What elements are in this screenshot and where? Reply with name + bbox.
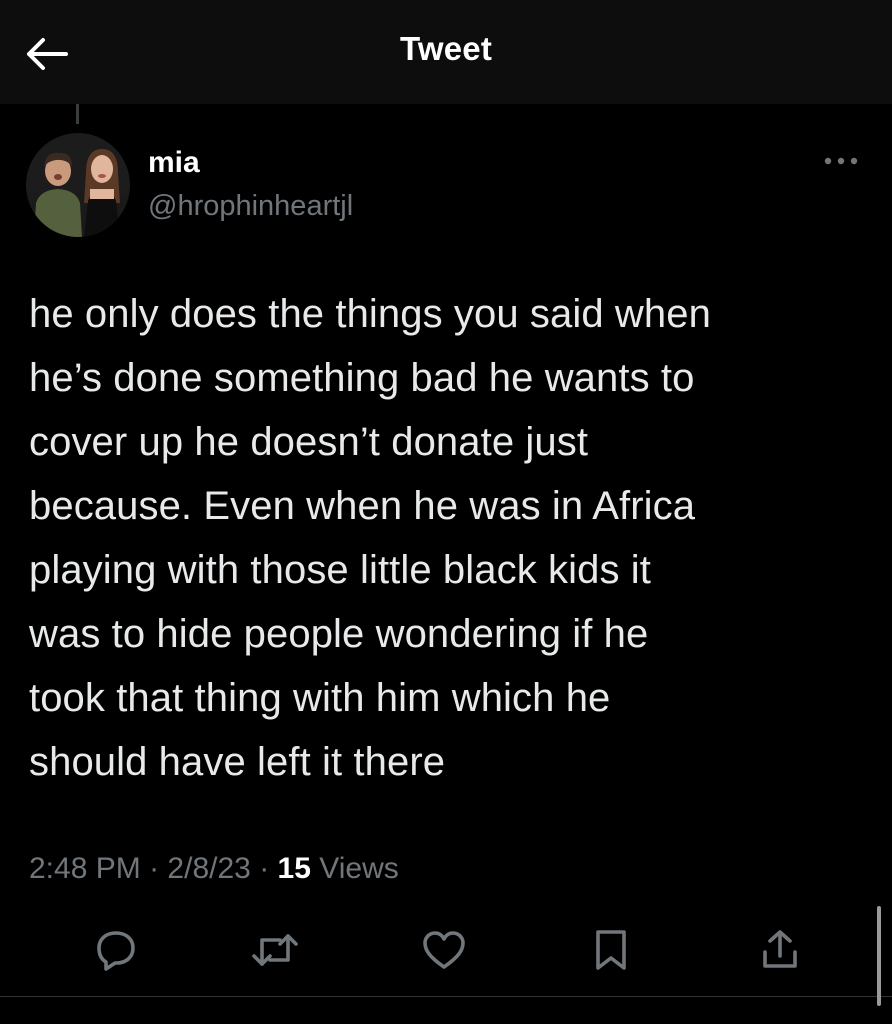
tweet-date[interactable]: 2/8/23: [167, 852, 250, 885]
tweet-metadata: 2:48 PM · 2/8/23 · 15 Views: [29, 852, 399, 886]
tweet-body-text: he only does the things you said when he…: [29, 292, 711, 784]
scrollbar[interactable]: [877, 906, 881, 1006]
author-display-name[interactable]: mia: [148, 146, 200, 180]
more-dots-icon: [824, 157, 858, 165]
retweet-button[interactable]: [247, 922, 303, 978]
top-bar: Tweet: [0, 0, 892, 104]
bookmark-icon: [596, 930, 626, 970]
profile-photo: [26, 133, 130, 237]
share-icon: [763, 930, 797, 968]
action-bar: [0, 922, 892, 982]
avatar[interactable]: [26, 133, 130, 237]
reply-button[interactable]: [88, 922, 144, 978]
meta-separator: ·: [259, 852, 270, 885]
page-title: Tweet: [399, 30, 493, 67]
reply-icon: [97, 931, 135, 971]
more-options-button[interactable]: [816, 146, 866, 176]
tweet-time[interactable]: 2:48 PM: [29, 852, 141, 885]
retweet-icon: [252, 934, 298, 966]
meta-separator: ·: [149, 852, 160, 885]
views-label[interactable]: Views: [319, 852, 398, 885]
like-button[interactable]: [416, 922, 472, 978]
thread-connector-line: [76, 104, 79, 124]
author-handle[interactable]: @hrophinheartjl: [148, 190, 353, 223]
bottom-divider: [0, 996, 892, 997]
share-button[interactable]: [752, 922, 808, 978]
heart-icon: [423, 931, 465, 969]
views-count[interactable]: 15: [278, 852, 311, 885]
bookmark-button[interactable]: [583, 922, 639, 978]
